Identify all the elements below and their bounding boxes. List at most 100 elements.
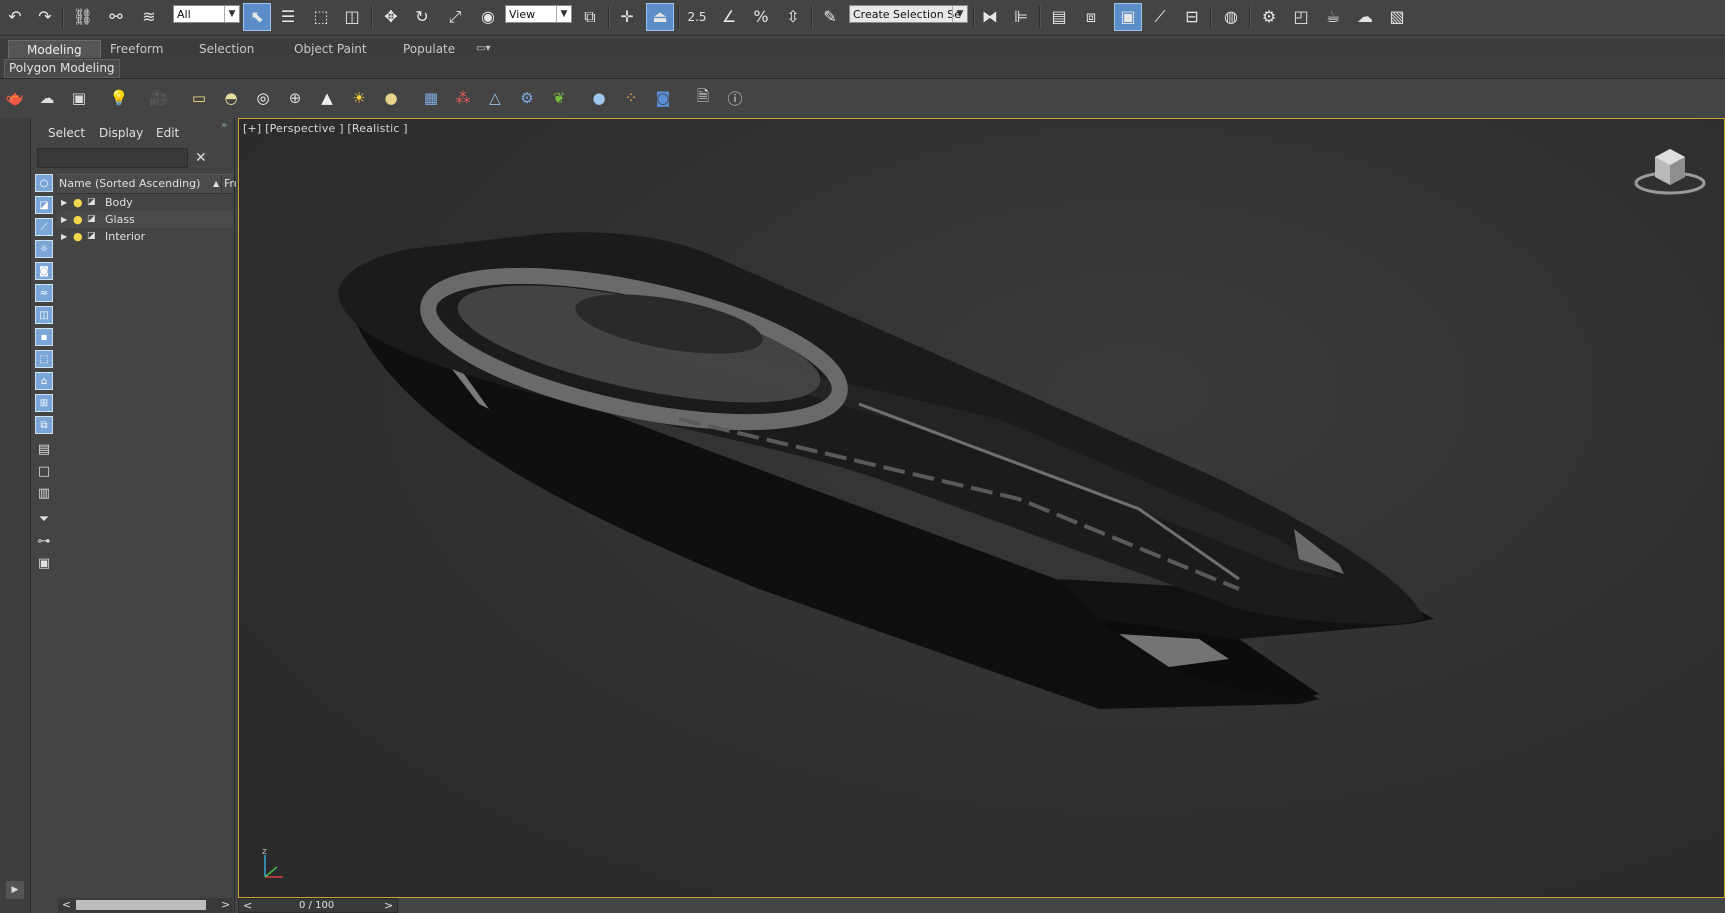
scale-icon[interactable]: ⤢ — [442, 4, 468, 30]
expand-arrow-icon[interactable]: ▶ — [61, 194, 67, 211]
scroll-thumb[interactable] — [76, 900, 206, 910]
render-icon[interactable]: ☕ — [1320, 4, 1346, 30]
help-icon[interactable]: ⓘ — [723, 86, 747, 110]
link-icon[interactable]: ⛓ — [70, 4, 96, 30]
perspective-viewport[interactable]: [+] [Perspective ] [Realistic ] z — [238, 118, 1725, 898]
display-xrefs-icon[interactable]: ⬚ — [35, 350, 53, 368]
scroll-right-icon[interactable]: > — [221, 898, 230, 911]
expand-icon[interactable]: ▶ — [6, 881, 24, 899]
tab-freeform[interactable]: Freeform — [92, 40, 181, 58]
render-options-icon[interactable]: ▧ — [1384, 4, 1410, 30]
image-icon[interactable]: ▣ — [67, 86, 91, 110]
compass-icon[interactable]: △ — [483, 86, 507, 110]
render-cloud-icon[interactable]: ☁ — [1352, 4, 1378, 30]
display-bones-icon[interactable]: ⌂ — [35, 372, 53, 390]
curve-editor-icon[interactable]: ⟋ — [1147, 4, 1173, 30]
selection-filter-dropdown[interactable]: All ▼ — [173, 5, 240, 23]
rotate-icon[interactable]: ↻ — [409, 4, 435, 30]
clear-search-icon[interactable]: ✕ — [195, 150, 207, 166]
menu-display[interactable]: Display — [99, 126, 143, 140]
tab-populate[interactable]: Populate — [385, 40, 473, 58]
spinner-snap-icon[interactable]: ⇳ — [780, 4, 806, 30]
reference-coordinate-dropdown[interactable]: View ▼ — [505, 5, 572, 23]
material-editor-icon[interactable]: ◍ — [1218, 4, 1244, 30]
pivot-icon[interactable]: ⧉ — [577, 4, 603, 30]
display-shapes-icon[interactable]: ⟋ — [35, 218, 53, 236]
plane-icon[interactable]: ▭ — [187, 86, 211, 110]
find-icon[interactable]: ⊶ — [35, 532, 53, 550]
tab-object-paint[interactable]: Object Paint — [276, 40, 385, 58]
column-header[interactable]: Name (Sorted Ascending) ▲ Froze — [57, 174, 236, 194]
display-cameras-icon[interactable]: ◙ — [35, 262, 53, 280]
window-crossing-icon[interactable]: ◫ — [339, 4, 365, 30]
light-bulb-icon[interactable]: ● — [73, 228, 83, 245]
select-by-name-icon[interactable]: ☰ — [275, 4, 301, 30]
layer-explorer-icon[interactable]: ⧈ — [1078, 4, 1104, 30]
select-none-icon[interactable]: □ — [35, 462, 53, 480]
display-spacewarps-icon[interactable]: ◫ — [35, 306, 53, 324]
light-bulb-icon[interactable]: ● — [73, 194, 83, 211]
sun-icon[interactable]: ☀ — [347, 86, 371, 110]
render-setup-icon[interactable]: ⚙ — [1256, 4, 1282, 30]
display-lights-icon[interactable]: ☼ — [35, 240, 53, 258]
rectangle-region-icon[interactable]: ⬚ — [308, 4, 334, 30]
redo-icon[interactable]: ↷ — [32, 4, 58, 30]
tab-modeling[interactable]: Modeling — [8, 40, 101, 59]
light-bulb-icon[interactable]: ● — [73, 211, 83, 228]
list-item[interactable]: ▶ ● ◪ Interior — [57, 228, 233, 245]
item-name[interactable]: Interior — [105, 228, 145, 245]
time-prev-icon[interactable]: < — [243, 899, 252, 912]
bind-space-warp-icon[interactable]: ≋ — [136, 4, 162, 30]
speedboat-model[interactable] — [239, 119, 1724, 897]
move-icon[interactable]: ✥ — [378, 4, 404, 30]
placement-icon[interactable]: ◉ — [475, 4, 501, 30]
expand-arrow-icon[interactable]: ▶ — [61, 228, 67, 245]
material-palette-icon[interactable]: ⁘ — [619, 86, 643, 110]
item-name[interactable]: Body — [105, 194, 133, 211]
display-containers-icon[interactable]: ⊞ — [35, 394, 53, 412]
time-next-icon[interactable]: > — [384, 899, 393, 912]
scroll-left-icon[interactable]: < — [62, 898, 71, 911]
file-icon[interactable]: 🗎 — [691, 86, 715, 110]
display-helpers-icon[interactable]: ≈ — [35, 284, 53, 302]
menu-edit[interactable]: Edit — [156, 126, 179, 140]
list-item[interactable]: ▶ ● ◪ Body — [57, 194, 233, 211]
invert-selection-icon[interactable]: ▥ — [35, 484, 53, 502]
hemisphere-icon[interactable]: ◓ — [219, 86, 243, 110]
particles-icon[interactable]: ⁂ — [451, 86, 475, 110]
filter-icon[interactable]: ⏷ — [35, 510, 53, 528]
teapot-icon[interactable]: 🫖 — [3, 86, 27, 110]
align-icon[interactable]: ⊫ — [1008, 4, 1034, 30]
horizontal-scrollbar[interactable]: < > — [58, 898, 233, 913]
ribbon-options-icon[interactable]: ▭▾ — [470, 40, 496, 58]
snap-toggle-icon[interactable]: 2.5 — [684, 4, 710, 30]
time-slider[interactable]: < 0 / 100 > — [238, 898, 398, 913]
sphere-icon[interactable]: ◎ — [251, 86, 275, 110]
select-all-icon[interactable]: ▤ — [35, 440, 53, 458]
geosphere-icon[interactable]: ⊕ — [283, 86, 307, 110]
camera-icon[interactable]: 🎥 — [147, 86, 171, 110]
unlink-icon[interactable]: ⚯ — [103, 4, 129, 30]
material-sphere-icon[interactable]: ● — [587, 86, 611, 110]
ribbon-panel-label[interactable]: Polygon Modeling — [4, 59, 120, 78]
rendered-frame-icon[interactable]: ◰ — [1288, 4, 1314, 30]
layer-icon[interactable]: ▣ — [35, 554, 53, 572]
item-name[interactable]: Glass — [105, 211, 135, 228]
angle-snap-icon[interactable]: ∠ — [716, 4, 742, 30]
column-name[interactable]: Name (Sorted Ascending) — [59, 175, 200, 193]
expand-arrow-icon[interactable]: ▶ — [61, 211, 67, 228]
gear-icon[interactable]: ⚙ — [515, 86, 539, 110]
light-icon[interactable]: 💡 — [107, 86, 131, 110]
schematic-view-icon[interactable]: ⊟ — [1179, 4, 1205, 30]
cloud-icon[interactable]: ☁ — [35, 86, 59, 110]
manage-layers-icon[interactable]: ▤ — [1046, 4, 1072, 30]
menu-select[interactable]: Select — [48, 126, 85, 140]
undo-icon[interactable]: ↶ — [2, 4, 28, 30]
render-teapot-icon[interactable]: ◙ — [651, 86, 675, 110]
keyboard-shortcut-icon[interactable]: ⏏ — [646, 3, 674, 31]
grid-icon[interactable]: ▦ — [419, 86, 443, 110]
search-input[interactable] — [37, 148, 188, 168]
list-item[interactable]: ▶ ● ◪ Glass — [57, 211, 233, 228]
mirror-icon[interactable]: ⧓ — [977, 4, 1003, 30]
grass-icon[interactable]: ❦ — [547, 86, 571, 110]
